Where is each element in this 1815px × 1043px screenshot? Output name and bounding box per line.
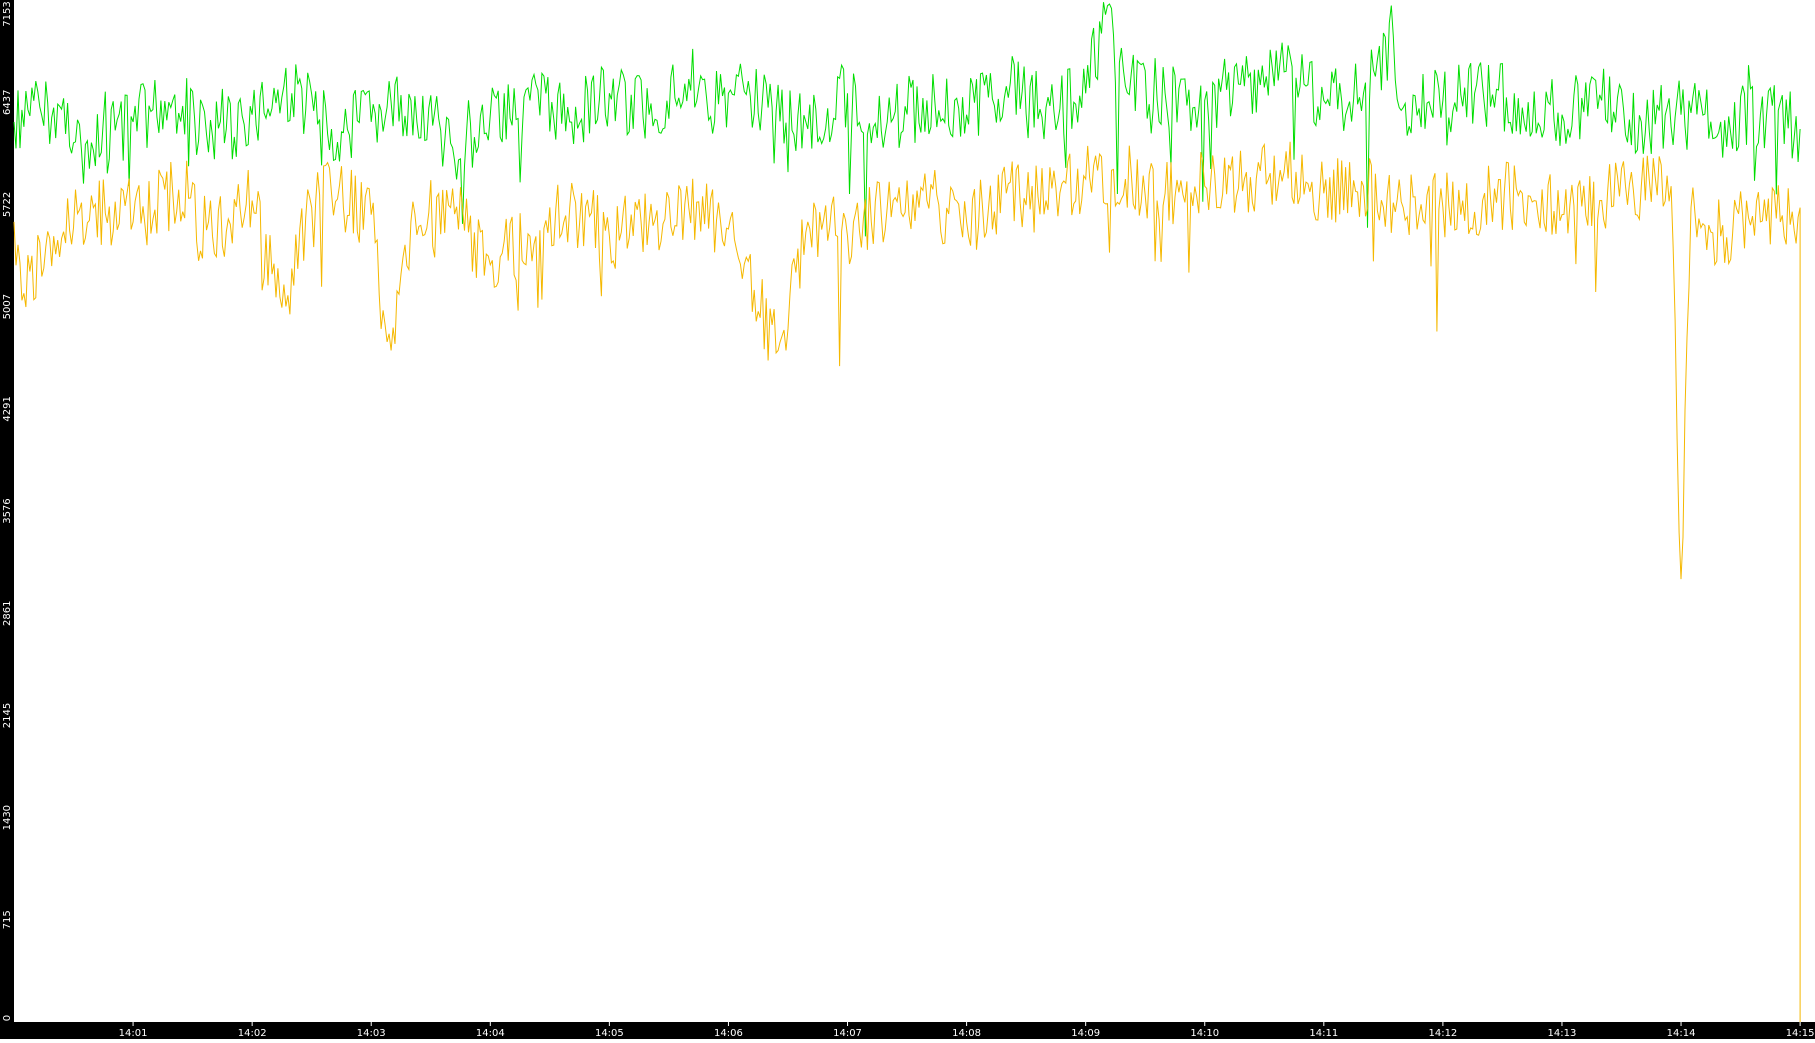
x-tick-label: 14:04	[476, 1028, 505, 1039]
y-tick-label: 2861	[2, 601, 13, 626]
y-tick-label: 3576	[2, 498, 13, 523]
x-tick-label: 14:08	[952, 1028, 981, 1039]
x-tick-label: 14:05	[595, 1028, 624, 1039]
y-tick-label: 6437	[2, 90, 13, 115]
x-tick-label: 14:13	[1548, 1028, 1577, 1039]
x-tick-label: 14:15	[1786, 1028, 1815, 1039]
line-chart: 0 715 1430 2145 2861 3576 4291 5007 5722 6437 7153…	[0, 0, 1815, 1039]
series-layer	[13, 2, 1801, 1022]
y-tick-label: 2145	[2, 703, 13, 728]
y-tick-label: 5722	[2, 192, 13, 217]
x-tick-label: 14:07	[833, 1028, 862, 1039]
y-tick-label: 0	[2, 1015, 13, 1021]
bottom-axis-band	[0, 1022, 1815, 1039]
y-tick-label: 715	[2, 910, 13, 929]
series-line-1	[13, 141, 1801, 1022]
x-tick-label: 14:02	[238, 1028, 267, 1039]
x-tick-label: 14:11	[1309, 1028, 1338, 1039]
x-tick-label: 14:01	[119, 1028, 148, 1039]
x-tick-label: 14:10	[1190, 1028, 1219, 1039]
y-tick-label: 1430	[2, 805, 13, 830]
x-tick-label: 14:06	[714, 1028, 743, 1039]
y-tick-label: 4291	[2, 396, 13, 421]
chart-svg: 0 715 1430 2145 2861 3576 4291 5007 5722 6437 7153…	[0, 0, 1815, 1039]
x-tick-label: 14:03	[357, 1028, 386, 1039]
y-tick-label: 5007	[2, 294, 13, 319]
x-tick-label: 14:12	[1428, 1028, 1457, 1039]
x-tick-label: 14:09	[1071, 1028, 1100, 1039]
y-tick-label: 7153	[2, 1, 13, 26]
x-tick-label: 14:14	[1667, 1028, 1696, 1039]
